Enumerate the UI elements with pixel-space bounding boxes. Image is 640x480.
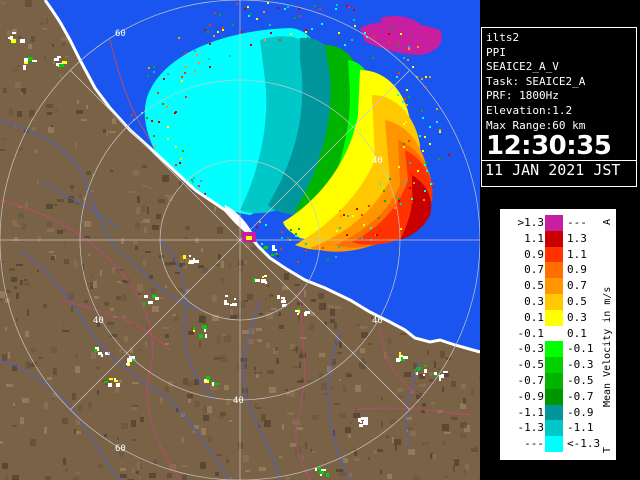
legend-high-value: -0.9 bbox=[567, 405, 594, 419]
prf-value: PRF: 1800Hz bbox=[486, 89, 559, 103]
legend-color-swatch bbox=[545, 388, 563, 405]
legend-high-value: 0.7 bbox=[567, 279, 587, 293]
ring-label: 40 bbox=[93, 316, 104, 326]
legend-low-value: -0.9 bbox=[517, 389, 545, 403]
legend-top-marker: A bbox=[602, 219, 613, 225]
legend-low-value: 0.3 bbox=[524, 294, 544, 308]
ring-label: 40 bbox=[233, 396, 244, 406]
legend-title-text: Mean Velocity in m/s bbox=[602, 287, 613, 407]
legend-high-value: -0.5 bbox=[567, 373, 594, 387]
velocity-legend: >1.3 --- 1.1 1.3 0.9 1.1 0.7 0.9 0.5 0.7 0.3 0.5 0.1… bbox=[499, 208, 617, 461]
legend-low-value: 0.1 bbox=[524, 310, 544, 324]
legend-color-swatch bbox=[545, 309, 563, 326]
legend-color-swatch bbox=[545, 278, 563, 294]
legend-low-value: -0.7 bbox=[517, 373, 545, 387]
legend-color-swatch bbox=[545, 325, 563, 342]
legend-color-swatch bbox=[545, 420, 563, 437]
legend-high-value: 0.3 bbox=[567, 310, 587, 324]
legend-color-swatch bbox=[545, 341, 563, 358]
legend-low-value: 0.5 bbox=[524, 279, 544, 293]
legend-low-value: -0.1 bbox=[517, 326, 545, 340]
volume-name: SEAICE2_A_V bbox=[486, 60, 559, 74]
legend-low-value: -0.5 bbox=[517, 358, 545, 372]
legend-color-swatch bbox=[545, 372, 563, 389]
legend-color-swatch bbox=[545, 262, 563, 279]
ring-label: 40 bbox=[372, 316, 383, 326]
legend-high-value: 0.1 bbox=[567, 326, 587, 340]
scan-type: PPI bbox=[486, 45, 506, 59]
radar-info-panel: ilts2 PPI SEAICE2_A_V Task: SEAICE2_A PR… bbox=[481, 27, 637, 187]
radar-site-marker bbox=[242, 232, 256, 242]
task-name: Task: SEAICE2_A bbox=[486, 74, 586, 88]
legend-high-value: 1.1 bbox=[567, 247, 587, 261]
legend-color-swatch bbox=[545, 293, 563, 310]
legend-color-swatch bbox=[545, 357, 563, 373]
legend-high-value: -0.7 bbox=[567, 389, 594, 403]
legend-color-swatch bbox=[545, 404, 563, 421]
legend-low-value: --- bbox=[524, 437, 544, 451]
scan-time: 12:30:35 bbox=[486, 131, 612, 162]
legend-color-swatch bbox=[545, 246, 563, 263]
legend-high-value: 1.3 bbox=[567, 231, 587, 245]
legend-color-swatch bbox=[545, 436, 563, 452]
legend-high-value: -1.1 bbox=[567, 421, 594, 435]
legend-color-swatch bbox=[545, 215, 563, 231]
legend-low-value: 0.9 bbox=[524, 247, 544, 261]
elevation-value: Elevation:1.2 bbox=[486, 103, 573, 117]
legend-high-value: -0.3 bbox=[567, 358, 594, 372]
legend-low-value: -1.1 bbox=[517, 405, 545, 419]
radar-name: ilts2 bbox=[486, 31, 520, 44]
legend-low-value: -0.3 bbox=[517, 342, 545, 356]
legend-low-value: 1.1 bbox=[524, 231, 544, 245]
legend-color-swatch bbox=[545, 230, 563, 247]
legend-high-value: 0.5 bbox=[567, 294, 587, 308]
legend-high-value: <-1.3 bbox=[567, 437, 601, 451]
legend-low-value: >1.3 bbox=[517, 216, 545, 229]
scan-date: 11 JAN 2021 JST bbox=[482, 160, 636, 179]
ring-label: 60 bbox=[115, 29, 126, 39]
legend-high-value: --- bbox=[567, 216, 587, 229]
legend-title: A Mean Velocity in m/s T bbox=[599, 217, 613, 455]
ring-label: 40 bbox=[372, 156, 383, 166]
legend-bottom-marker: T bbox=[602, 447, 613, 453]
legend-high-value: -0.1 bbox=[567, 342, 594, 356]
legend-high-value: 0.9 bbox=[567, 263, 587, 277]
ring-label: 60 bbox=[115, 444, 126, 454]
legend-low-value: -1.3 bbox=[517, 421, 545, 435]
range-rings bbox=[0, 0, 481, 480]
legend-low-value: 0.7 bbox=[524, 263, 544, 277]
